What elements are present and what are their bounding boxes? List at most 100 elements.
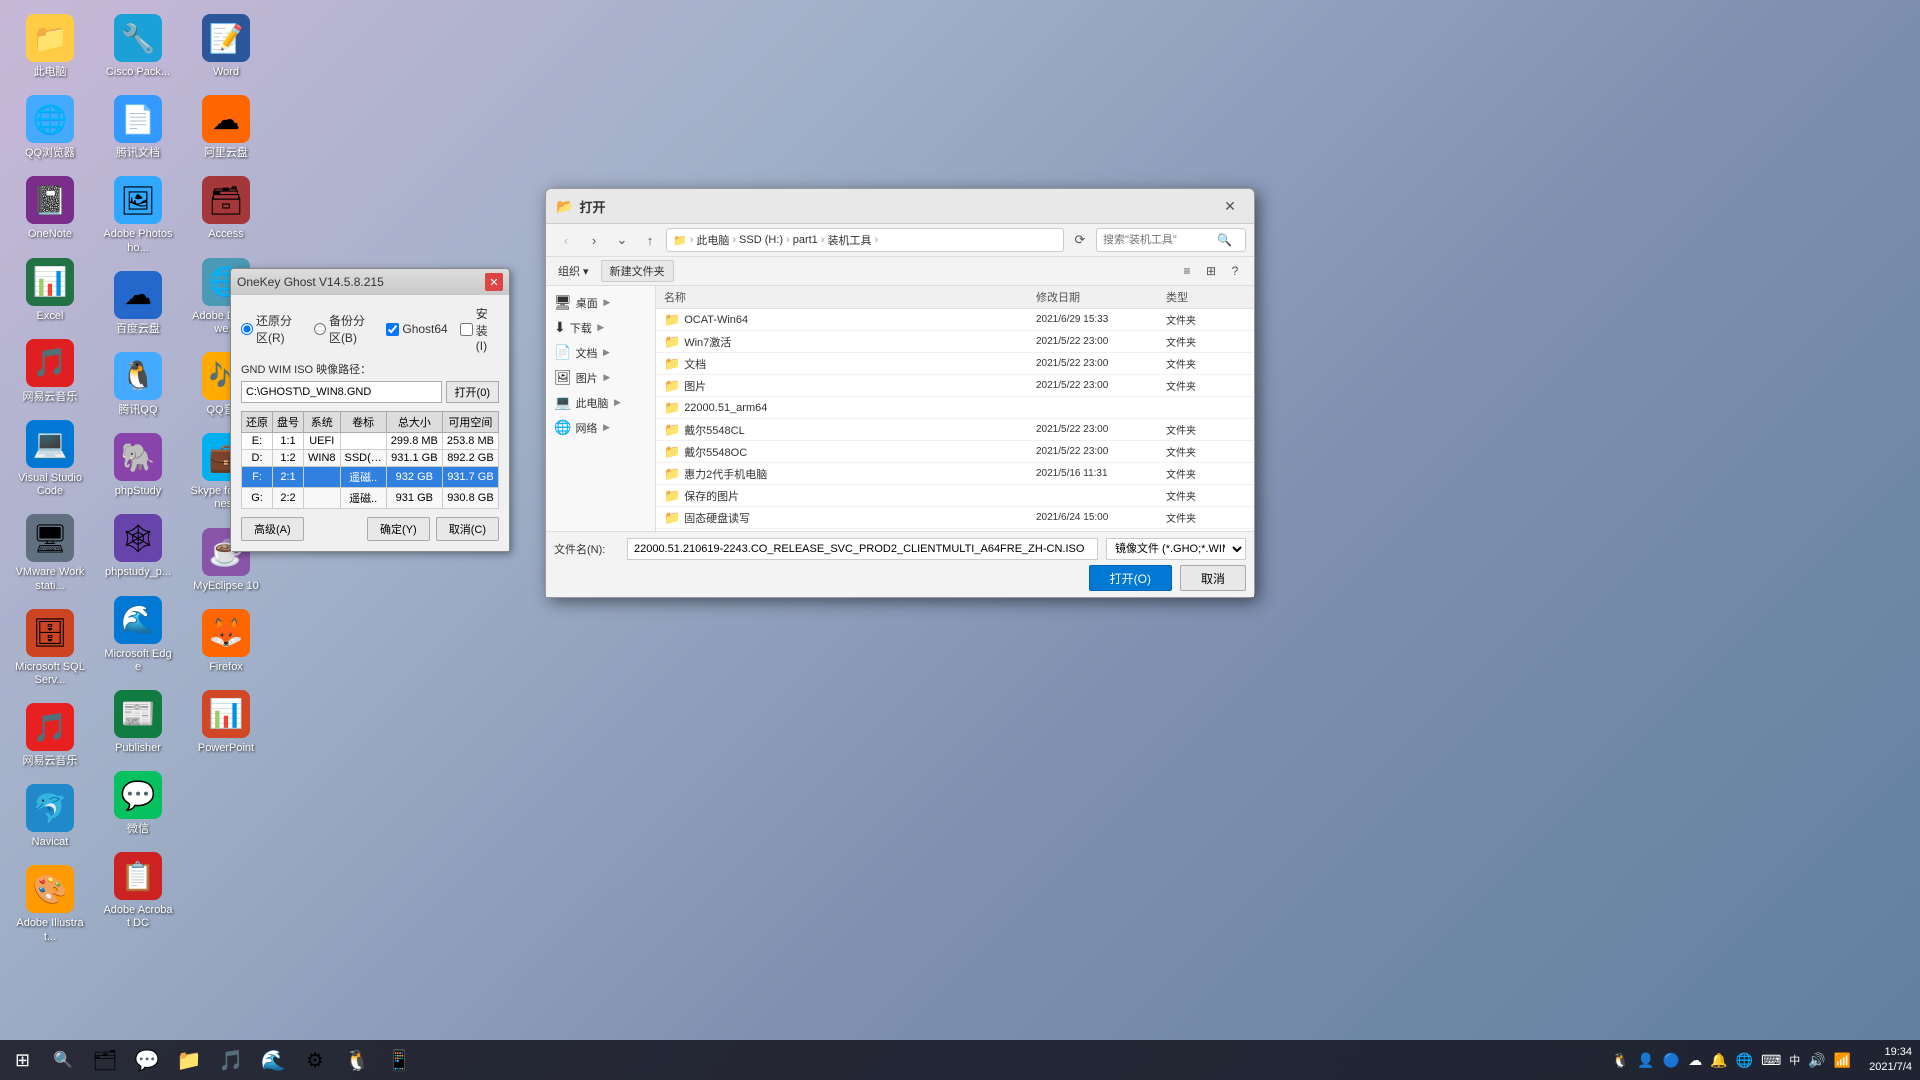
new-folder-button[interactable]: 新建文件夹 <box>601 260 674 282</box>
desktop-icon-phptudy-web[interactable]: 🕸 phpstudy_p... <box>98 510 178 583</box>
tray-icon-6[interactable]: 🌐 <box>1734 1050 1755 1071</box>
desktop-icon-folder[interactable]: 📁 此电脑 <box>10 10 90 83</box>
grid-view-button[interactable]: ⊞ <box>1200 261 1222 281</box>
desktop-icon-access[interactable]: 🗃 Access <box>186 172 266 245</box>
confirm-button[interactable]: 确定(Y) <box>367 517 430 541</box>
nav-forward-button[interactable]: › <box>582 229 606 251</box>
tray-wifi[interactable]: 📶 <box>1832 1050 1853 1071</box>
taskbar-item-4[interactable]: 🌊 <box>253 1042 293 1078</box>
breadcrumb-bar[interactable]: 📁 › 此电脑 › SSD (H:) › part1 › 装机工具 › <box>666 228 1064 252</box>
breadcrumb-tools[interactable]: 装机工具 <box>827 232 871 248</box>
taskbar-item-1[interactable]: 💬 <box>127 1042 167 1078</box>
install-checkbox-label[interactable]: 安装(I) <box>460 305 499 353</box>
tray-icon-1[interactable]: 🐧 <box>1610 1050 1631 1071</box>
desktop-icon-adobe-acrobat[interactable]: 📋 Adobe Acrobat DC <box>98 848 178 934</box>
dialog-open-button[interactable]: 打开(O) <box>1089 565 1172 591</box>
desktop-icon-wechat[interactable]: 💬 微信 <box>98 767 178 840</box>
taskbar-item-3[interactable]: 🎵 <box>211 1042 251 1078</box>
advanced-button[interactable]: 高级(A) <box>241 517 304 541</box>
taskbar-item-0[interactable]: 🗂 <box>85 1042 125 1078</box>
path-input[interactable] <box>241 381 442 403</box>
tray-icon-3[interactable]: 🔵 <box>1661 1050 1682 1071</box>
open-button[interactable]: 打开(0) <box>446 381 499 403</box>
breadcrumb-pc-label[interactable]: 此电脑 <box>696 232 729 248</box>
file-row-1[interactable]: 📁 Win7激活 2021/5/22 23:00 文件夹 <box>656 331 1254 353</box>
cancel-button[interactable]: 取消(C) <box>436 517 499 541</box>
tray-icon-2[interactable]: 👤 <box>1635 1050 1656 1071</box>
organize-button[interactable]: 组织 ▾ <box>554 261 593 281</box>
dialog-cancel-button[interactable]: 取消 <box>1180 565 1246 591</box>
desktop-icon-firefox[interactable]: 🦊 Firefox <box>186 605 266 678</box>
list-view-button[interactable]: ≡ <box>1176 261 1198 281</box>
breadcrumb-ssd[interactable]: SSD (H:) <box>739 234 783 246</box>
desktop-icon-word[interactable]: 📝 Word <box>186 10 266 83</box>
taskbar-item-6[interactable]: 🐧 <box>337 1042 377 1078</box>
partition-row-2[interactable]: F: 2:1 遥磁.. 932 GB 931.7 GB <box>242 467 499 488</box>
file-row-6[interactable]: 📁 戴尔5548OC 2021/5/22 23:00 文件夹 <box>656 441 1254 463</box>
file-row-9[interactable]: 📁 固态硬盘读写 2021/6/24 15:00 文件夹 <box>656 507 1254 529</box>
file-row-3[interactable]: 📁 图片 2021/5/22 23:00 文件夹 <box>656 375 1254 397</box>
desktop-icon-qq2[interactable]: 📄 腾讯文档 <box>98 91 178 164</box>
nav-back-button[interactable]: ‹ <box>554 229 578 251</box>
desktop-icon-desk[interactable]: 🐬 Navicat <box>10 780 90 853</box>
tray-icon-5[interactable]: 🔔 <box>1708 1050 1729 1071</box>
ghost64-checkbox-label[interactable]: Ghost64 <box>386 322 447 336</box>
desktop-icon-visual-studio-code[interactable]: 💻 Visual Studio Code <box>10 416 90 502</box>
desktop-icon-onenote[interactable]: 📓 OneNote <box>10 172 90 245</box>
nav-item-5[interactable]: 🌐 网络 ▶ <box>546 415 655 440</box>
partition-row-0[interactable]: E: 1:1 UEFI 299.8 MB 253.8 MB <box>242 433 499 450</box>
start-button[interactable]: ⊞ <box>0 1040 45 1080</box>
nav-dropdown-button[interactable]: ⌄ <box>610 229 634 251</box>
install-checkbox[interactable] <box>460 323 473 336</box>
desktop-icon-vmware[interactable]: 🖥 VMware Workstati... <box>10 510 90 596</box>
desktop-icon-adobe-ps[interactable]: 🖼 Adobe Photosho... <box>98 172 178 258</box>
restore-radio[interactable] <box>241 323 253 335</box>
desktop-icon-netease-cloud[interactable]: 🎵 网易云音乐 <box>10 335 90 408</box>
file-row-2[interactable]: 📁 文档 2021/5/22 23:00 文件夹 <box>656 353 1254 375</box>
backup-radio-label[interactable]: 备份分区(B) <box>314 312 374 346</box>
desktop-icon-powerpoint[interactable]: 📊 PowerPoint <box>186 686 266 759</box>
onekey-close-button[interactable]: ✕ <box>485 273 503 291</box>
desktop-icon-baidunetdisk[interactable]: ☁ 百度云盘 <box>98 267 178 340</box>
tray-icon-4[interactable]: ☁ <box>1686 1050 1704 1071</box>
col-type-header[interactable]: 类型 <box>1166 289 1246 305</box>
file-row-5[interactable]: 📁 戴尔5548CL 2021/5/22 23:00 文件夹 <box>656 419 1254 441</box>
filename-input[interactable] <box>627 538 1098 560</box>
nav-item-1[interactable]: ⬇ 下载 ▶ <box>546 315 655 340</box>
dialog-close-button[interactable]: ✕ <box>1216 195 1244 217</box>
desktop-icon-microsoft-edge[interactable]: 🌊 Microsoft Edge <box>98 592 178 678</box>
nav-item-4[interactable]: 💻 此电脑 ▶ <box>546 390 655 415</box>
desktop-icon-iqq[interactable]: 🐧 腾讯QQ <box>98 348 178 421</box>
desktop-icon-cisco[interactable]: 🔧 Cisco Pack... <box>98 10 178 83</box>
desktop-icon-publisher[interactable]: 📰 Publisher <box>98 686 178 759</box>
tray-volume[interactable]: 🔊 <box>1806 1050 1827 1071</box>
search-input[interactable] <box>1103 234 1213 246</box>
taskbar-clock[interactable]: 19:34 2021/7/4 <box>1861 1045 1920 1076</box>
file-row-4[interactable]: 📁 22000.51_arm64 <box>656 397 1254 419</box>
ime-icon[interactable]: 中 <box>1787 1050 1802 1070</box>
desktop-icon-wangyi[interactable]: 🎵 网易云音乐 <box>10 699 90 772</box>
desktop-icon-phpStudy[interactable]: 🐘 phpStudy <box>98 429 178 502</box>
nav-item-0[interactable]: 🖥 桌面 ▶ <box>546 290 655 315</box>
desktop-icon-adobe-illustrator[interactable]: 🎨 Adobe Illustrat... <box>10 861 90 947</box>
restore-radio-label[interactable]: 还原分区(R) <box>241 312 302 346</box>
taskbar-item-5[interactable]: ⚙ <box>295 1042 335 1078</box>
taskbar-item-7[interactable]: 📱 <box>379 1042 419 1078</box>
col-name-header[interactable]: 名称 <box>664 289 1036 305</box>
file-row-0[interactable]: 📁 OCAT-Win64 2021/6/29 15:33 文件夹 <box>656 309 1254 331</box>
nav-item-2[interactable]: 📄 文档 ▶ <box>546 340 655 365</box>
filetype-select[interactable]: 镜像文件 (*.GHO;*.WIM;*.SWI <box>1106 538 1246 560</box>
nav-up-button[interactable]: ↑ <box>638 229 662 251</box>
file-row-7[interactable]: 📁 惠力2代手机电脑 2021/5/16 11:31 文件夹 <box>656 463 1254 485</box>
nav-refresh-button[interactable]: ⟳ <box>1068 229 1092 251</box>
help-button[interactable]: ? <box>1224 261 1246 281</box>
taskbar-item-2[interactable]: 📁 <box>169 1042 209 1078</box>
desktop-icon-iqiyun[interactable]: ☁ 阿里云盘 <box>186 91 266 164</box>
backup-radio[interactable] <box>314 323 326 335</box>
desktop-icon-excel[interactable]: 📊 Excel <box>10 254 90 327</box>
partition-row-1[interactable]: D: 1:2 WIN8 SSD(… 931.1 GB 892.2 GB <box>242 450 499 467</box>
breadcrumb-pc[interactable]: 📁 <box>673 234 687 247</box>
partition-row-3[interactable]: G: 2:2 遥磁.. 931 GB 930.8 GB <box>242 488 499 509</box>
breadcrumb-part1[interactable]: part1 <box>793 234 818 246</box>
ghost64-checkbox[interactable] <box>386 323 399 336</box>
